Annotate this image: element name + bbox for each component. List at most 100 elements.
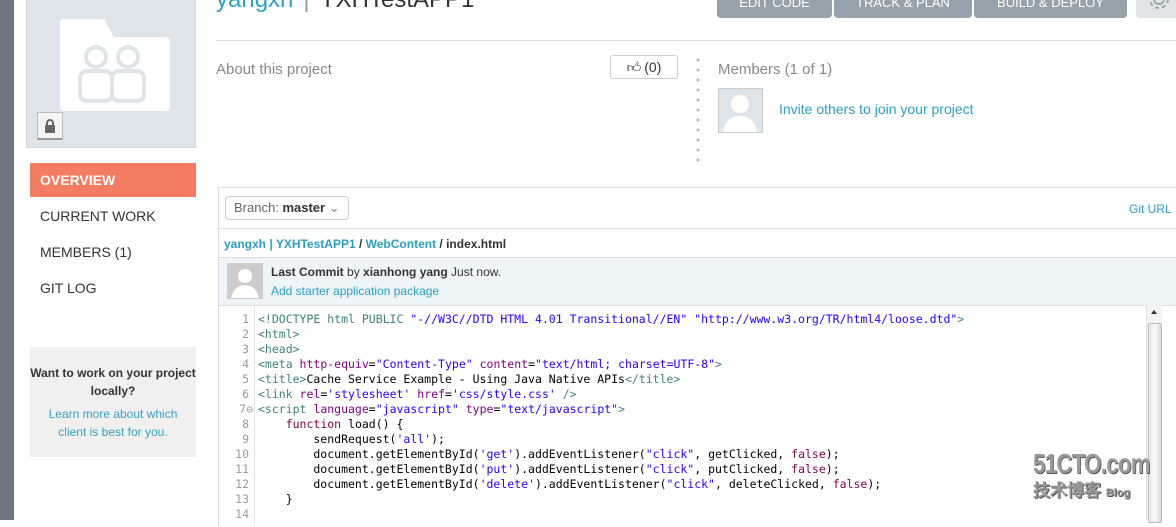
code-token: document.getElementById( xyxy=(258,477,480,491)
code-token: ).addEventListener( xyxy=(514,447,646,461)
branch-selector[interactable]: Branch: master ⌄ xyxy=(225,196,349,220)
code-viewer[interactable]: 1 2 3 4 5 6 7⊖ 8 9 10 11 12 13 14 <!DOCTYPE html PUBL… xyxy=(219,306,1159,526)
code-line: <script language="javascript" type="text… xyxy=(258,402,625,417)
code-line: <head> xyxy=(258,342,300,357)
code-line: <!DOCTYPE html PUBLIC "-//W3C//DTD HTML … xyxy=(258,312,964,327)
code-line: document.getElementById('delete').addEve… xyxy=(258,477,881,492)
code-token: "click" xyxy=(645,447,695,461)
code-token: /> xyxy=(555,387,577,401)
line-number: 9 xyxy=(242,432,249,446)
code-token: <title> xyxy=(258,372,307,386)
code-token: document.getElementById( xyxy=(258,462,480,476)
breadcrumb-project[interactable]: yangxh | YXHTestAPP1 xyxy=(224,237,356,251)
scroll-up-icon[interactable] xyxy=(1151,310,1157,314)
code-token: Cache Service Example - Using Java Nativ… xyxy=(306,372,625,386)
code-token: > xyxy=(957,312,965,326)
code-token: , putClicked, xyxy=(694,462,792,476)
committer-avatar xyxy=(227,263,263,299)
code-line: <title>Cache Service Example - Using Jav… xyxy=(258,372,680,387)
person-icon xyxy=(723,95,757,132)
invite-link[interactable]: Invite others to join your project xyxy=(779,101,974,117)
code-token: ); xyxy=(867,477,882,491)
line-number: 7⊖ xyxy=(239,402,253,416)
code-line: document.getElementById('put').addEventL… xyxy=(258,462,839,477)
code-token: } xyxy=(258,492,293,506)
code-line: } xyxy=(258,492,293,507)
nav-item-members[interactable]: MEMBERS (1) xyxy=(30,235,196,269)
git-url-link[interactable]: Git URL xyxy=(1129,202,1172,216)
code-token: type xyxy=(465,402,494,416)
code-token: = xyxy=(368,402,376,416)
commit-message-link[interactable]: Add starter application package xyxy=(271,284,439,298)
edit-code-button[interactable]: EDIT CODE xyxy=(717,0,832,18)
line-number: 2 xyxy=(242,327,249,341)
code-token: load() { xyxy=(341,417,404,431)
promo-question: Want to work on your project locally? xyxy=(30,366,196,398)
breadcrumb-folder[interactable]: WebContent xyxy=(366,237,436,251)
like-button[interactable]: 👍︎ (0) xyxy=(610,55,678,79)
code-token: </title> xyxy=(624,372,681,386)
code-line: sendRequest('all'); xyxy=(258,432,445,447)
code-token: "click" xyxy=(645,462,695,476)
left-edge-bar xyxy=(0,0,14,520)
line-number: 4 xyxy=(242,357,249,371)
project-avatar[interactable] xyxy=(26,0,196,148)
code-token: sendRequest( xyxy=(258,432,397,446)
like-count: (0) xyxy=(644,59,662,75)
promo-link[interactable]: Learn more about which client is best fo… xyxy=(30,405,196,441)
owner-link[interactable]: yangxh xyxy=(216,0,293,13)
settings-button[interactable] xyxy=(1136,0,1176,18)
code-token: false xyxy=(832,477,868,491)
header-divider xyxy=(216,40,1176,41)
branch-name: master xyxy=(282,200,326,215)
line-number: 6 xyxy=(242,387,249,401)
project-folder-icon xyxy=(60,19,170,111)
thumbs-up-icon: 👍︎ xyxy=(626,58,642,75)
about-label: About this project xyxy=(216,61,332,78)
line-number: 13 xyxy=(235,492,249,506)
code-token: = xyxy=(528,357,536,371)
nav-item-git-log[interactable]: GIT LOG xyxy=(30,271,196,305)
code-token: 'css/style.css' xyxy=(451,387,556,401)
code-token: 'all' xyxy=(396,432,432,446)
code-token: 'put' xyxy=(479,462,515,476)
code-token: language xyxy=(313,402,369,416)
code-line: <link rel='stylesheet' href='css/style.c… xyxy=(258,387,577,402)
nav-item-overview[interactable]: OVERVIEW xyxy=(30,163,196,197)
commit-by: by xyxy=(343,265,364,279)
build-deploy-button[interactable]: BUILD & DEPLOY xyxy=(974,0,1127,18)
lock-icon xyxy=(45,118,55,133)
line-number: 11 xyxy=(235,462,249,476)
dotted-separator xyxy=(696,55,700,167)
code-token: <head> xyxy=(258,342,300,356)
line-number: 8 xyxy=(242,417,249,431)
watermark-logo: 51CTO.com 技术博客 Blog xyxy=(1033,448,1151,500)
code-token: 'delete' xyxy=(479,477,535,491)
member-avatar[interactable] xyxy=(718,88,763,133)
line-gutter: 1 2 3 4 5 6 7⊖ 8 9 10 11 12 13 14 xyxy=(219,306,255,526)
breadcrumb-sep: / xyxy=(436,237,447,251)
line-number: 12 xyxy=(235,477,249,491)
code-token: function xyxy=(285,417,342,431)
code-token: false xyxy=(791,447,826,461)
chevron-down-icon: ⌄ xyxy=(328,200,340,215)
breadcrumb: yangxh | YXHTestAPP1 / WebContent / inde… xyxy=(224,237,506,251)
line-number: 1 xyxy=(242,312,249,326)
code-token: "text/javascript" xyxy=(500,402,619,416)
code-token: <meta xyxy=(258,357,300,371)
code-line: <html> xyxy=(258,327,300,342)
project-name: YXHTestAPP1 xyxy=(320,0,475,13)
breadcrumb-file: index.html xyxy=(446,237,507,251)
code-token: = xyxy=(445,387,452,401)
nav-item-current-work[interactable]: CURRENT WORK xyxy=(30,199,196,233)
line-number: 10 xyxy=(235,447,249,461)
breadcrumb-row: yangxh | YXHTestAPP1 / WebContent / inde… xyxy=(219,229,1176,258)
track-plan-button[interactable]: TRACK & PLAN xyxy=(834,0,972,18)
code-token: , deleteClicked, xyxy=(714,477,833,491)
code-line: <meta http-equiv="Content-Type" content=… xyxy=(258,357,722,372)
code-token: 'stylesheet' xyxy=(327,387,411,401)
privacy-lock-button[interactable] xyxy=(37,112,63,140)
